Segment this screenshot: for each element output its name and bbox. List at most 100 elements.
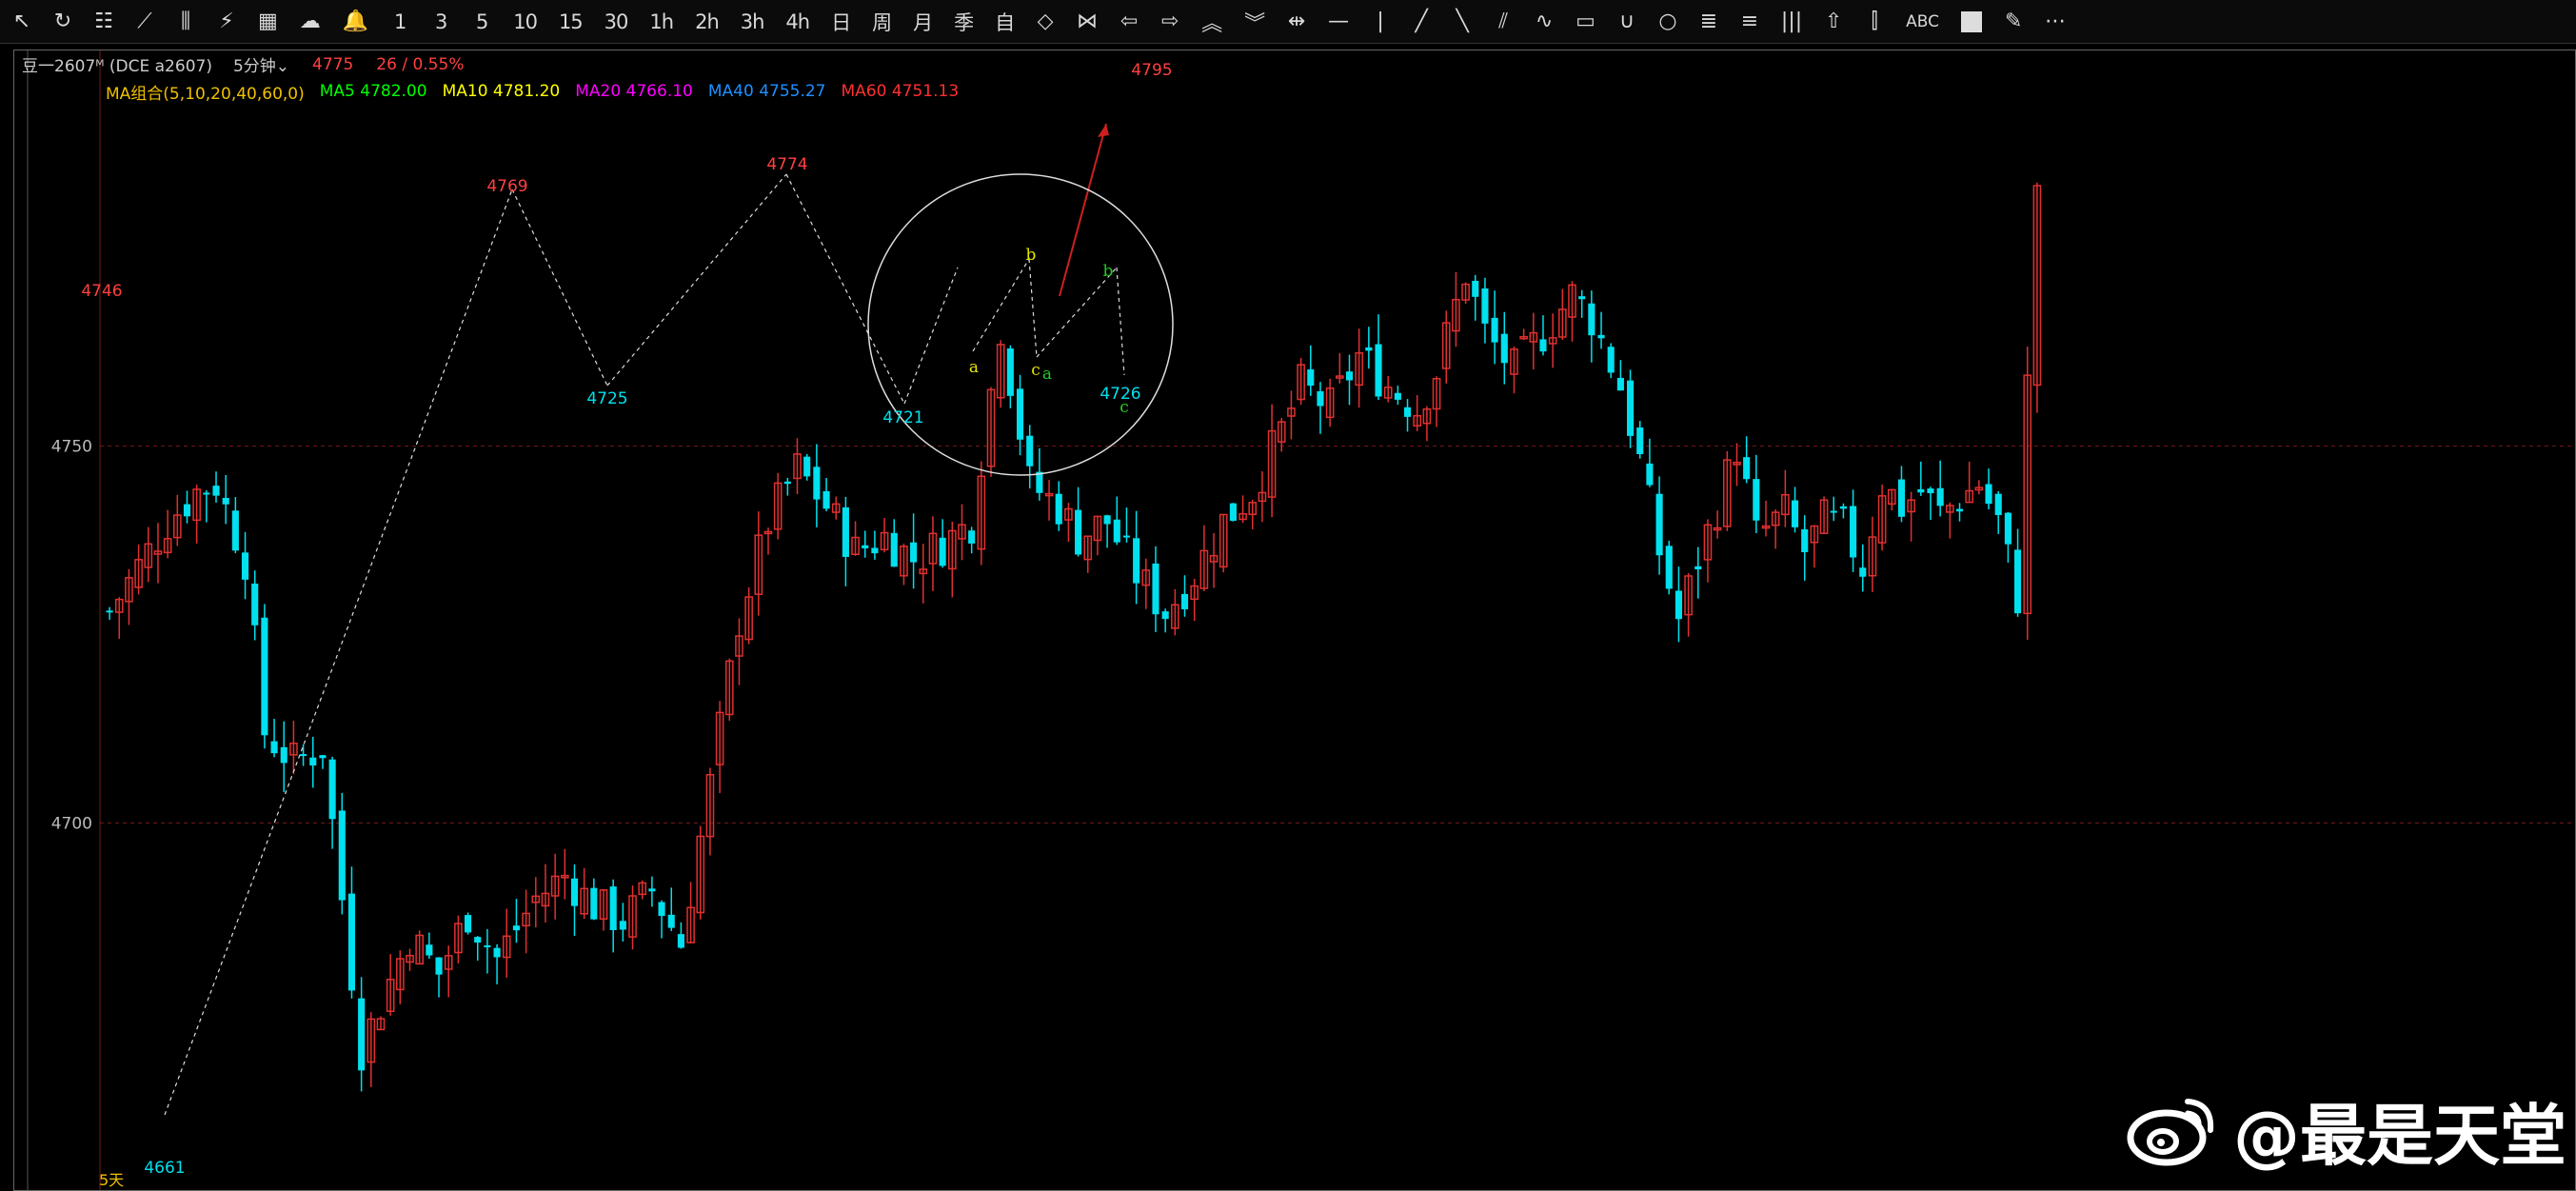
period-5m[interactable]: 5	[466, 4, 498, 40]
candle-body	[1317, 390, 1324, 407]
more-icon[interactable]: ⋯	[2038, 4, 2072, 40]
text-tool[interactable]: ABC	[1899, 4, 1946, 40]
arrow-mark-icon[interactable]: ⇧	[1817, 4, 1850, 40]
candle-body	[512, 925, 520, 931]
candle-body	[493, 947, 501, 958]
candle-body	[1859, 567, 1867, 577]
zoom-out-icon[interactable]: ⋈	[1070, 4, 1104, 40]
ma-legend: MA组合(5,10,20,40,60,0) MA5 4782.00 MA10 478…	[106, 78, 974, 105]
grid-icon[interactable]: ▦	[251, 4, 285, 40]
period-selector[interactable]: 5分钟⌄	[233, 52, 289, 76]
ray-line-icon[interactable]: ╲	[1446, 4, 1478, 40]
candle-body	[619, 921, 626, 930]
candle-body	[1616, 377, 1624, 391]
pivot-label-4774: 4774	[766, 155, 807, 174]
period-1h[interactable]: 1h	[643, 4, 680, 40]
arrow-right-icon[interactable]: ⇨	[1154, 4, 1186, 40]
candle-body	[1994, 493, 2002, 516]
candle-body	[1665, 546, 1673, 589]
range-label[interactable]: 5天	[99, 1167, 124, 1190]
candle-body	[183, 504, 191, 517]
candle-body	[270, 741, 278, 754]
pivot-label-4725: 4725	[586, 389, 627, 408]
chart-plot[interactable]: 47504700466147464769472547744721abc ab472…	[14, 50, 2575, 1190]
trend-line-icon[interactable]: ╱	[1405, 4, 1437, 40]
fib-retracement-icon[interactable]: ≣	[1693, 4, 1725, 40]
list-icon[interactable]: ☷	[88, 4, 120, 40]
bell-icon[interactable]: 🔔	[336, 4, 375, 40]
bars-icon[interactable]: ⫿	[1858, 4, 1891, 40]
vertical-line-icon[interactable]: |	[1364, 4, 1397, 40]
candle-body	[1897, 479, 1906, 517]
candle-body	[231, 510, 239, 551]
period-30m[interactable]: 30	[598, 4, 635, 40]
period-custom[interactable]: 自	[988, 4, 1020, 40]
candle-body	[251, 584, 259, 625]
period-week[interactable]: 周	[865, 4, 898, 40]
period-month[interactable]: 月	[906, 4, 939, 40]
candle-body	[309, 757, 317, 766]
candle-body	[358, 998, 366, 1071]
period-quarter[interactable]: 季	[947, 4, 980, 40]
arrow-down-icon[interactable]: ︾	[1238, 4, 1272, 40]
candle-body	[1839, 506, 1847, 509]
wave-label-a: a	[1042, 365, 1052, 384]
parallel-lines-icon[interactable]: ⫽	[1487, 4, 1519, 40]
ma-label-1: MA5 4782.00	[319, 82, 427, 101]
line-chart-icon[interactable]: ⟋	[129, 4, 161, 40]
candle-body	[1985, 484, 1992, 505]
period-10m[interactable]: 10	[506, 4, 544, 40]
period-lines-icon[interactable]: |||	[1774, 4, 1809, 40]
candle-body	[890, 532, 898, 567]
chart-window[interactable]: 4750 4700 4661 4746 4769 4725 4774 4721 a b c a b 472…	[13, 50, 2576, 1191]
candle-body	[1006, 348, 1014, 396]
cursor-icon[interactable]: ↖	[6, 4, 38, 40]
period-4h[interactable]: 4h	[779, 4, 816, 40]
candle-body	[1607, 347, 1615, 373]
period-3h[interactable]: 3h	[734, 4, 771, 40]
period-15m[interactable]: 15	[552, 4, 589, 40]
cloud-icon[interactable]: ☁	[293, 4, 327, 40]
zoom-in-icon[interactable]: ◇	[1029, 4, 1061, 40]
candle-body	[203, 492, 210, 495]
refresh-icon[interactable]: ↻	[47, 4, 79, 40]
rectangle-icon[interactable]: ▭	[1569, 4, 1602, 40]
period-day[interactable]: 日	[824, 4, 857, 40]
arc-icon[interactable]: ∪	[1611, 4, 1643, 40]
y-tick-label-4700: 4700	[51, 814, 92, 833]
candle-body	[1491, 317, 1498, 343]
ma-label-0: MA组合(5,10,20,40,60,0)	[106, 84, 305, 104]
color-swatch-icon[interactable]	[1954, 4, 1989, 40]
circle-icon[interactable]: ○	[1652, 4, 1684, 40]
candlestick-icon[interactable]: ⫼	[169, 4, 202, 40]
arrow-left-icon[interactable]: ⇦	[1113, 4, 1145, 40]
flow-icon[interactable]: ⚡	[210, 4, 243, 40]
wave-icon[interactable]: ∿	[1528, 4, 1560, 40]
candle-body	[328, 759, 336, 820]
candle-body	[241, 552, 249, 580]
candle-body	[590, 887, 598, 920]
candle-body	[609, 886, 617, 930]
candle-body	[1636, 427, 1644, 455]
candle-body	[426, 944, 433, 956]
candle-body	[212, 486, 220, 496]
arrow-up-icon[interactable]: ︽	[1195, 4, 1229, 40]
candle-body	[871, 547, 879, 554]
horizontal-line-icon[interactable]: —	[1321, 4, 1356, 40]
pivot-label-4769: 4769	[486, 177, 527, 196]
watermark-text: @最是天堂	[2233, 1096, 2566, 1175]
candle-body	[1403, 407, 1412, 417]
period-1m[interactable]: 1	[384, 4, 416, 40]
candle-body	[1655, 493, 1663, 556]
candle-body	[280, 746, 287, 764]
period-3m[interactable]: 3	[425, 4, 457, 40]
crosshair-icon[interactable]: ⇹	[1280, 4, 1313, 40]
symbol-label[interactable]: 豆一2607ᴹ (DCE a2607)	[22, 52, 212, 76]
fan-icon[interactable]: ≡	[1734, 4, 1766, 40]
candle-body	[1801, 529, 1809, 553]
toolbar: ↖ ↻ ☷ ⟋ ⫼ ⚡ ▦ ☁ 🔔 1 3 5 10 15 30 1h 2h 3h 4h 日周月季自 ◇ ⋈ ⇦ ⇨ ︽ ︾ ⇹ — |…	[0, 0, 2576, 44]
period-2h[interactable]: 2h	[688, 4, 725, 40]
pen-icon[interactable]: ✎	[1997, 4, 2030, 40]
weibo-logo-icon	[2127, 1099, 2214, 1166]
candle-body	[1578, 296, 1586, 300]
